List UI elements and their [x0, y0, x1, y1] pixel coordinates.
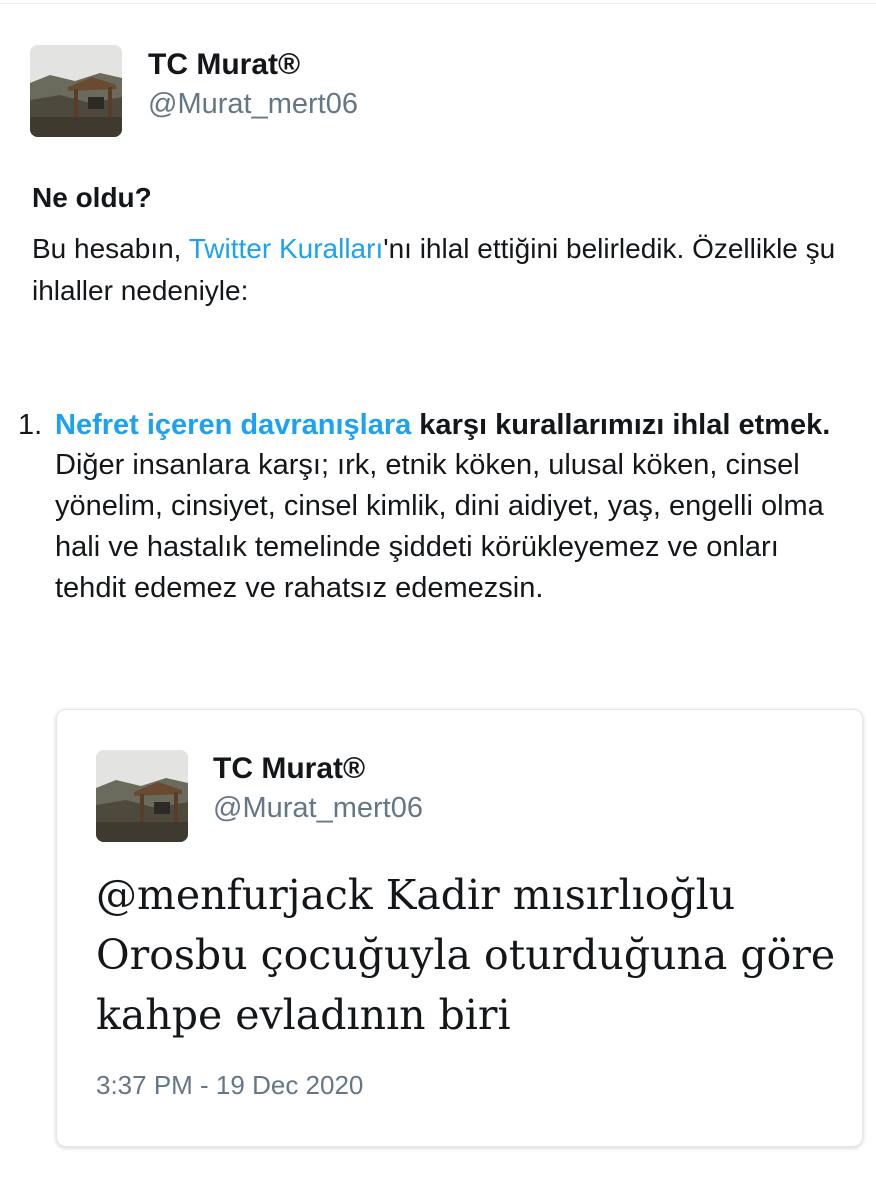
account-display-name[interactable]: TC Murat®: [148, 48, 300, 82]
notice-intro-prefix: Bu hesabın,: [32, 233, 189, 264]
twitter-rules-link[interactable]: Twitter Kuralları: [189, 233, 384, 264]
tweet-author-avatar[interactable]: [96, 750, 188, 842]
avatar-photo-icon: [30, 45, 122, 137]
top-divider: [0, 3, 876, 4]
tweet-timestamp[interactable]: 3:37 PM - 19 Dec 2020: [96, 1070, 363, 1101]
tweet-author-handle[interactable]: @Murat_mert06: [213, 792, 423, 825]
tweet-author-name[interactable]: TC Murat®: [213, 752, 365, 786]
violation-description: Diğer insanlara karşı; ırk, etnik köken,…: [55, 449, 824, 604]
embedded-tweet-card[interactable]: TC Murat® @Murat_mert06 @menfurjack Kadi…: [56, 709, 863, 1147]
violation-number: 1.: [18, 409, 43, 441]
tweet-text: @menfurjack Kadir mısırlıoğlu Orosbu çoc…: [96, 871, 836, 1039]
violation-title-rest: karşı kurallarımızı ihlal etmek.: [411, 409, 831, 441]
violation-title: Nefret içeren davranışlara karşı kuralla…: [55, 405, 855, 445]
violation-item: Nefret içeren davranışlara karşı kuralla…: [55, 405, 855, 609]
account-handle[interactable]: @Murat_mert06: [148, 88, 358, 121]
hateful-conduct-link[interactable]: Nefret içeren davranışlara: [55, 409, 411, 441]
account-avatar[interactable]: [30, 45, 122, 137]
avatar-photo-icon: [96, 750, 188, 842]
notice-text: Bu hesabın, Twitter Kuralları'nı ihlal e…: [32, 228, 852, 312]
notice-title: Ne oldu?: [32, 182, 152, 213]
